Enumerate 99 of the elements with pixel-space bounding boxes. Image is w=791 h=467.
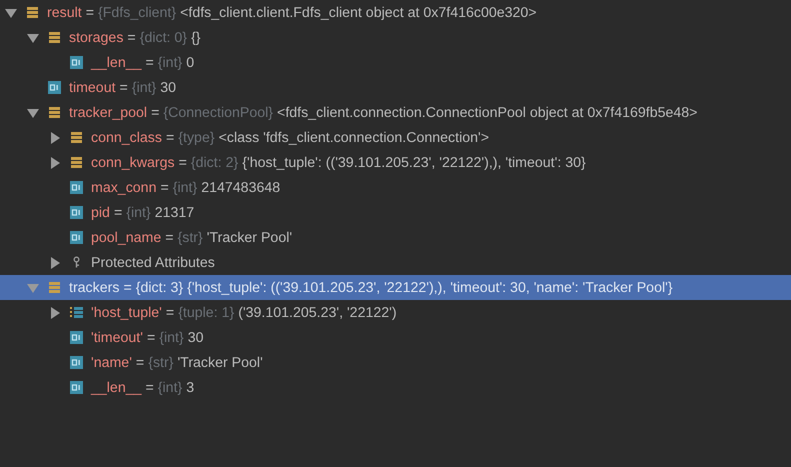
type-label: {str} (178, 230, 203, 246)
value-text: <fdfs_client.connection.ConnectionPool object at 0x7f4169fb5e48> (277, 104, 698, 120)
collapse-arrow-icon[interactable] (27, 32, 39, 44)
numbered-list-icon (70, 306, 83, 319)
type-label: {int} (158, 380, 182, 396)
variable-name: conn_class (91, 130, 162, 146)
number-icon (70, 181, 83, 194)
equals-sign: = (136, 354, 144, 370)
tree-row[interactable]: 'host_tuple' = {tuple: 1} ('39.101.205.23', '22122') (0, 300, 791, 325)
stack-icon (26, 6, 39, 19)
equals-sign: = (166, 304, 174, 320)
tree-row[interactable]: pid = {int} 21317 (0, 200, 791, 225)
expand-arrow-icon[interactable] (49, 132, 61, 144)
variable-name: pid (91, 204, 110, 220)
tree-row[interactable]: 'name' = {str} 'Tracker Pool' (0, 350, 791, 375)
number-icon (70, 231, 83, 244)
equals-sign: = (166, 130, 174, 146)
value-text: 30 (188, 330, 204, 346)
variable-name: result (47, 4, 82, 20)
equals-sign: = (151, 104, 160, 120)
variable-name: storages (69, 30, 124, 46)
tree-row[interactable]: Protected Attributes (0, 250, 791, 275)
variable-name: tracker_pool (69, 104, 148, 120)
variable-name: trackers (69, 280, 120, 296)
tree-row[interactable]: result = {Fdfs_client} <fdfs_client.client.Fdfs_client object at 0x7f416c00e320> (0, 0, 791, 25)
equals-sign: = (178, 154, 187, 170)
type-label: {type} (178, 130, 215, 146)
value-text: 'Tracker Pool' (206, 230, 292, 246)
number-icon (70, 206, 83, 219)
tree-row[interactable]: __len__ = {int} 3 (0, 375, 791, 400)
stack-icon (70, 156, 83, 169)
value-text: {'host_tuple': (('39.101.205.23', '22122'),), 'timeout': 30, 'name': 'Tracker Pool'} (187, 280, 673, 296)
variable-name: 'name' (91, 354, 132, 370)
equals-sign: = (86, 4, 94, 20)
equals-sign: = (146, 380, 154, 396)
equals-sign: = (146, 54, 154, 70)
expand-arrow-icon[interactable] (49, 306, 61, 318)
stack-icon (48, 281, 61, 294)
expand-arrow-icon[interactable] (49, 156, 61, 168)
tree-row[interactable]: conn_class = {type} <class 'fdfs_client.connection.Connection'> (0, 125, 791, 150)
tree-row[interactable]: storages = {dict: 0} {} (0, 25, 791, 50)
tree-row[interactable]: trackers = {dict: 3} {'host_tuple': (('39.101.205.23', '22122'),), 'timeout': 30, 'name': 'Tracker Pool'} (0, 275, 791, 300)
tree-row[interactable]: tracker_pool = {ConnectionPool} <fdfs_client.connection.ConnectionPool object at 0x7f4169fb5e48> (0, 100, 791, 125)
type-label: {int} (172, 180, 198, 196)
variable-name: __len__ (91, 54, 142, 70)
type-label: {ConnectionPool} (163, 104, 274, 120)
variable-name: max_conn (91, 180, 156, 196)
value-text: 0 (186, 54, 194, 70)
value-text: 30 (160, 80, 176, 96)
value-text: {} (191, 30, 201, 46)
number-icon (70, 356, 83, 369)
tree-row[interactable]: pool_name = {str} 'Tracker Pool' (0, 225, 791, 250)
value-text: <class 'fdfs_client.connection.Connection'> (218, 130, 489, 146)
value-text: {'host_tuple': (('39.101.205.23', '22122'),), 'timeout': 30} (242, 154, 586, 170)
equals-sign: = (160, 180, 169, 196)
type-label: {int} (159, 330, 184, 346)
variable-name: conn_kwargs (91, 154, 175, 170)
number-icon (70, 56, 83, 69)
tree-row[interactable]: 'timeout' = {int} 30 (0, 325, 791, 350)
value-text: 'Tracker Pool' (177, 354, 263, 370)
type-label: {int} (132, 80, 156, 96)
group-label: Protected Attributes (91, 254, 215, 270)
expand-arrow-icon[interactable] (49, 256, 61, 268)
type-label: {int} (126, 204, 151, 220)
number-icon (70, 331, 83, 344)
value-text: ('39.101.205.23', '22122') (238, 304, 397, 320)
number-icon (48, 81, 61, 94)
equals-sign: = (165, 230, 174, 246)
type-label: {int} (158, 54, 182, 70)
equals-sign: = (123, 280, 132, 296)
type-label: {Fdfs_client} (98, 4, 176, 20)
variable-name: pool_name (91, 230, 162, 246)
equals-sign: = (114, 204, 122, 220)
variable-name: __len__ (91, 380, 142, 396)
type-label: {dict: 0} (140, 30, 188, 46)
value-text: 2147483648 (201, 180, 280, 196)
tree-row[interactable]: max_conn = {int} 2147483648 (0, 175, 791, 200)
collapse-arrow-icon[interactable] (27, 106, 39, 118)
type-label: {dict: 3} (136, 280, 184, 296)
variable-name: 'host_tuple' (91, 304, 162, 320)
tree-row[interactable]: timeout = {int} 30 (0, 75, 791, 100)
stack-icon (70, 131, 83, 144)
value-text: <fdfs_client.client.Fdfs_client object at 0x7f416c00e320> (180, 4, 537, 20)
value-text: 3 (186, 380, 194, 396)
tree-row[interactable]: conn_kwargs = {dict: 2} {'host_tuple': (('39.101.205.23', '22122'),), 'timeout': 30} (0, 150, 791, 175)
type-label: {dict: 2} (190, 154, 238, 170)
stack-icon (48, 31, 61, 44)
type-label: {tuple: 1} (178, 304, 234, 320)
collapse-arrow-icon[interactable] (5, 6, 17, 18)
tree-row[interactable]: __len__ = {int} 0 (0, 50, 791, 75)
number-icon (70, 381, 83, 394)
value-text: 21317 (154, 204, 194, 220)
equals-sign: = (120, 80, 128, 96)
stack-icon (48, 106, 61, 119)
equals-sign: = (127, 30, 136, 46)
type-label: {str} (148, 354, 174, 370)
variable-name: 'timeout' (91, 330, 143, 346)
variable-name: timeout (69, 80, 116, 96)
equals-sign: = (146, 330, 156, 346)
